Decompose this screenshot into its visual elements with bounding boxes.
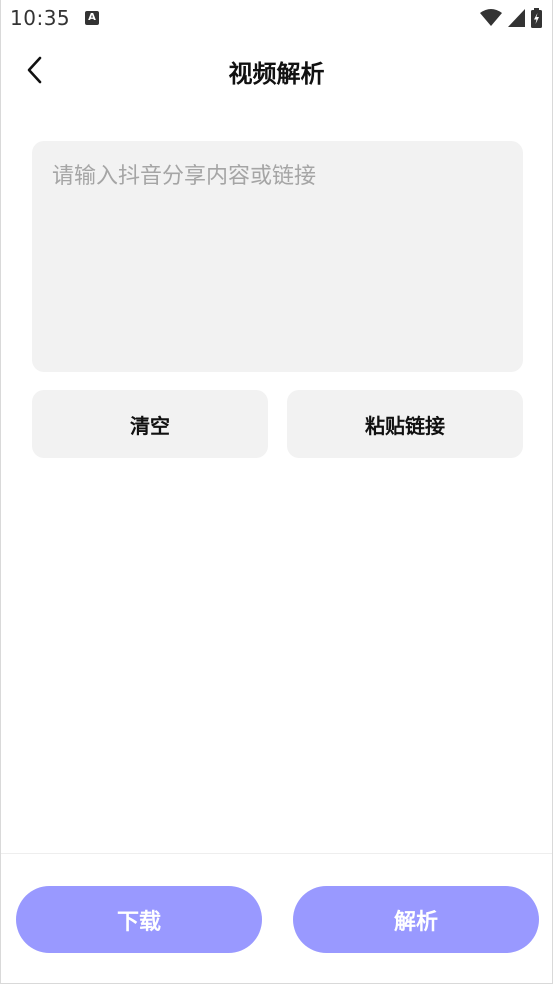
- status-time: 10:35: [10, 6, 71, 30]
- status-bar: 10:35 A: [1, 0, 552, 38]
- paste-link-button[interactable]: 粘贴链接: [287, 390, 523, 458]
- bottom-divider: [1, 853, 552, 854]
- signal-icon: [508, 9, 525, 27]
- battery-icon: [531, 8, 542, 28]
- download-button[interactable]: 下载: [16, 886, 262, 953]
- screen: 10:35 A 视频解析 清空 粘贴链: [0, 0, 553, 984]
- status-icons: [480, 8, 542, 28]
- page-title: 视频解析: [228, 60, 325, 88]
- share-content-input[interactable]: [32, 141, 523, 372]
- parse-button[interactable]: 解析: [293, 886, 539, 953]
- wifi-icon: [480, 9, 502, 27]
- app-bar: 视频解析: [1, 38, 552, 104]
- clear-button[interactable]: 清空: [32, 390, 268, 458]
- notification-icon: A: [85, 11, 99, 25]
